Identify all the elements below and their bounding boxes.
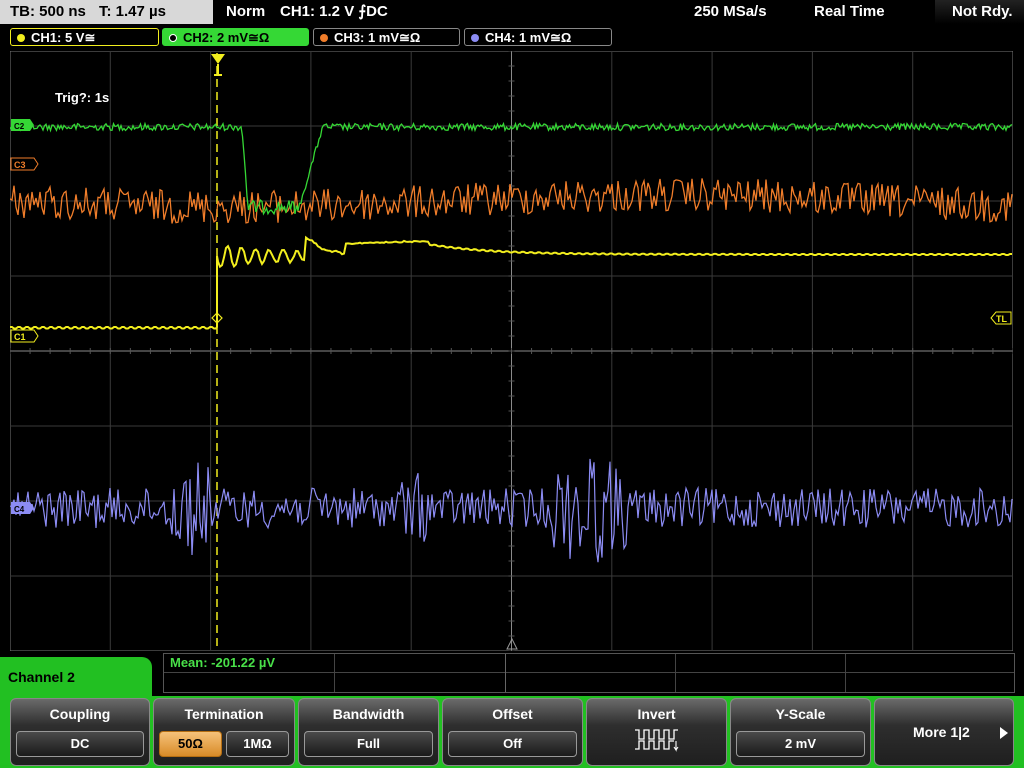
channel-tab-ch4[interactable]: CH4: 1 mV≅Ω [464, 28, 612, 46]
timebase-value: TB: 500 ns [10, 3, 86, 20]
measurement-col-divider-2 [505, 654, 506, 692]
invert-title: Invert [637, 706, 676, 722]
ch1-label: CH1: 5 V≅ [31, 30, 96, 45]
ch3-offset-marker[interactable]: C3 [10, 157, 39, 171]
ch4-offset-marker[interactable]: C4 [11, 502, 34, 514]
coupling-title: Coupling [49, 706, 111, 722]
measurement-col-divider-1 [334, 654, 335, 692]
trigger-status-label: Trig?: 1s [55, 90, 110, 105]
ch4-marker-label: C4 [14, 505, 25, 514]
termination-1mohm-option[interactable]: 1MΩ [226, 731, 289, 757]
timebase-box[interactable]: TB: 500 ns T: 1.47 µs [0, 0, 213, 24]
ch3-marker-label: C3 [14, 160, 26, 170]
trigger-source[interactable]: CH1: 1.2 V ⨍DC [280, 0, 388, 24]
measurement-panel: Mean: -201.22 µV [163, 653, 1015, 693]
ch1-color-dot [17, 34, 25, 42]
termination-softkey[interactable]: Termination 50Ω 1MΩ [153, 698, 295, 766]
bandwidth-title: Bandwidth [332, 706, 405, 722]
ch2-marker-label: C2 [14, 122, 25, 131]
termination-title: Termination [184, 706, 264, 722]
ch2-color-dot [169, 34, 177, 42]
measurement-col-divider-4 [845, 654, 846, 692]
ch2-offset-marker[interactable]: C2 [11, 119, 34, 131]
ch2-label: CH2: 2 mV≅Ω [183, 30, 270, 45]
bandwidth-value[interactable]: Full [304, 731, 433, 757]
trigger-level-label: TL [996, 314, 1007, 324]
termination-50ohm-option[interactable]: 50Ω [159, 731, 222, 757]
yscale-value[interactable]: 2 mV [736, 731, 865, 757]
yscale-softkey[interactable]: Y-Scale 2 mV [730, 698, 871, 766]
trigger-level-marker[interactable]: TL [990, 311, 1012, 325]
trigger-time-value: T: 1.47 µs [99, 3, 167, 20]
channel-tab-ch3[interactable]: CH3: 1 mV≅Ω [313, 28, 460, 46]
channel-tab-ch2[interactable]: CH2: 2 mV≅Ω [162, 28, 309, 46]
measurement-divider [164, 672, 1014, 673]
menu-title-tab: Channel 2 [0, 657, 152, 701]
channel-tab-ch1[interactable]: CH1: 5 V≅ [10, 28, 159, 46]
acquisition-status: Not Rdy. [952, 3, 1013, 20]
ch4-label: CH4: 1 mV≅Ω [485, 30, 572, 45]
next-page-arrow-icon [1000, 727, 1008, 739]
offset-value[interactable]: Off [448, 731, 577, 757]
ch1-offset-marker[interactable]: C1 [10, 329, 39, 343]
more-label: More 1|2 [913, 724, 970, 740]
measurement-col-divider-3 [675, 654, 676, 692]
menu-title: Channel 2 [8, 669, 75, 685]
waveform-display[interactable]: C2 C3 C1 C4 TL [10, 51, 1013, 651]
bandwidth-softkey[interactable]: Bandwidth Full [298, 698, 439, 766]
invert-softkey[interactable]: Invert [586, 698, 727, 766]
ch3-label: CH3: 1 mV≅Ω [334, 30, 421, 45]
yscale-title: Y-Scale [775, 706, 826, 722]
acquisition-mode: Real Time [814, 3, 885, 20]
trigger-mode[interactable]: Norm [226, 0, 265, 24]
coupling-value[interactable]: DC [16, 731, 144, 757]
ch4-color-dot [471, 34, 479, 42]
more-softkey[interactable]: More 1|2 [874, 698, 1014, 766]
mean-measurement: Mean: -201.22 µV [170, 655, 276, 670]
invert-waveform-icon [635, 729, 679, 752]
ch1-marker-label: C1 [14, 332, 26, 342]
coupling-softkey[interactable]: Coupling DC [10, 698, 150, 766]
sample-rate: 250 MSa/s [694, 3, 767, 20]
trigger-position-icon[interactable] [211, 52, 225, 80]
channel-tabs: CH1: 5 V≅ CH2: 2 mV≅Ω CH3: 1 mV≅Ω CH4: 1… [0, 26, 1024, 48]
status-bar: TB: 500 ns T: 1.47 µs Norm CH1: 1.2 V ⨍D… [0, 0, 1024, 26]
ch3-color-dot [320, 34, 328, 42]
offset-title: Offset [492, 706, 533, 722]
offset-softkey[interactable]: Offset Off [442, 698, 583, 766]
